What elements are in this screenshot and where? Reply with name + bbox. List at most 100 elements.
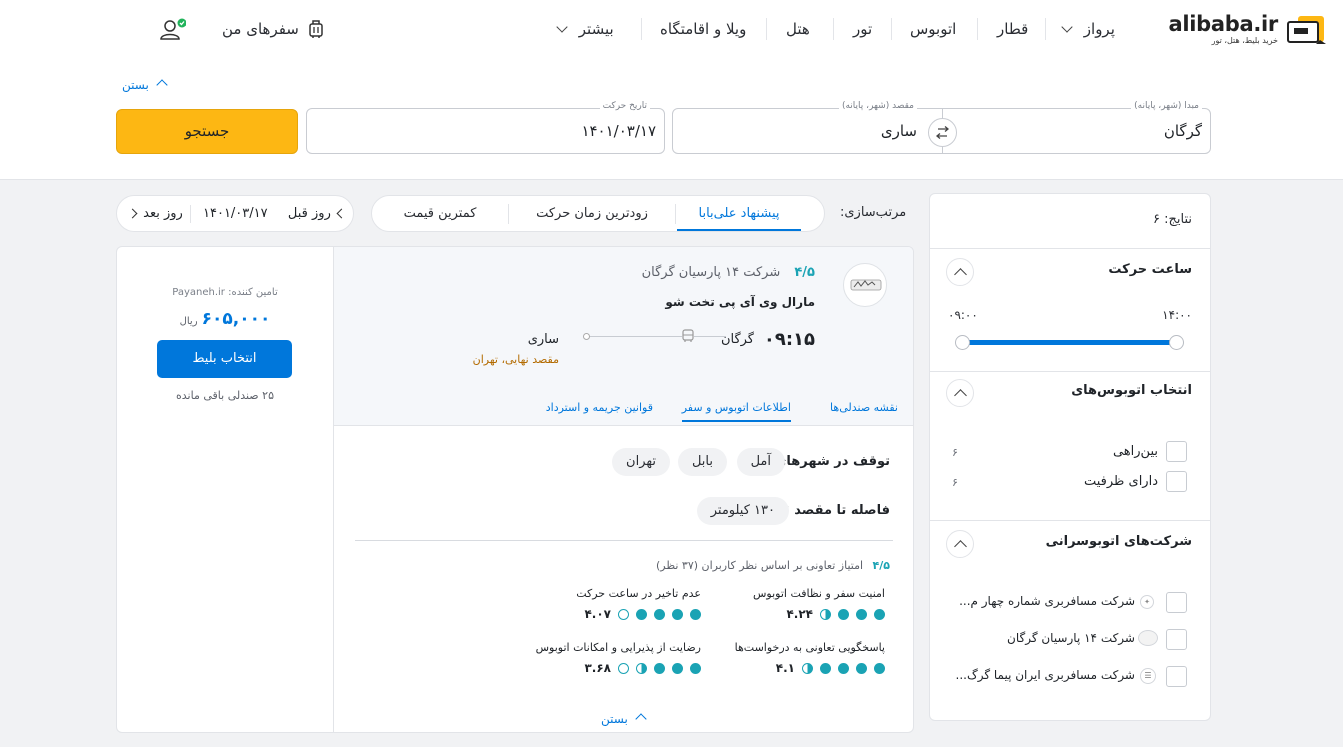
divider <box>333 247 334 732</box>
company-checkbox[interactable] <box>1166 592 1187 613</box>
brand-logo[interactable]: alibaba.ir خرید بلیط، هتل، تور <box>1168 12 1328 48</box>
stop-chip: تهران <box>612 448 670 476</box>
time-range-handle-start[interactable] <box>955 335 970 350</box>
to-city: ساری <box>527 332 559 347</box>
nav-divider <box>641 18 642 40</box>
metric-rating: ۴.۱ <box>776 661 885 675</box>
departure-time-collapse[interactable] <box>946 258 974 286</box>
chevron-up-icon <box>954 540 967 553</box>
stop-chip: آمل <box>736 448 785 476</box>
divider <box>355 540 893 541</box>
bus-type-count: ۶ <box>952 476 958 489</box>
company-checkbox[interactable] <box>1166 666 1187 687</box>
results-count: نتایج: ۶ <box>1152 212 1192 227</box>
divider <box>930 371 1210 372</box>
nav-divider <box>891 18 892 40</box>
bus-type-checkbox-available[interactable] <box>1166 471 1187 492</box>
prev-day-button[interactable]: روز قبل <box>288 196 347 231</box>
provider: تامین کننده: Payaneh.ir <box>172 287 278 298</box>
time-range-handle-end[interactable] <box>1169 335 1184 350</box>
my-trips-link[interactable]: سفرهای من <box>222 20 323 40</box>
metric-rating: ۴.۰۷ <box>584 607 701 621</box>
brand-tagline: خرید بلیط، هتل، تور <box>1211 36 1278 45</box>
divider <box>675 204 676 224</box>
nav-divider <box>1045 18 1046 40</box>
final-destination: مقصد نهایی، تهران <box>472 353 559 366</box>
destination-label: مقصد (شهر، پایانه) <box>838 101 917 111</box>
chevron-up-icon <box>954 389 967 402</box>
details-close-link[interactable]: بستن <box>601 711 647 726</box>
select-ticket-button[interactable]: انتخاب بلیط <box>157 340 292 378</box>
chevron-left-icon <box>127 208 138 219</box>
nav-flight[interactable]: پرواز <box>1061 20 1115 40</box>
sort-option-earliest[interactable]: زودترین زمان حرکت <box>509 196 675 231</box>
rating-dot-icon <box>672 663 683 674</box>
nav-divider <box>766 18 767 40</box>
next-day-button[interactable]: روز بعد <box>127 196 183 231</box>
nav-bus[interactable]: اتوبوس <box>910 20 956 40</box>
metric-label: رضایت از پذیرایی و امکانات اتوبوس <box>535 641 701 654</box>
company-logo-icon: ✦ <box>1140 595 1154 609</box>
bus-type-checkbox-enroute[interactable] <box>1166 441 1187 462</box>
time-to-value: ۱۴:۰۰ <box>1162 308 1192 322</box>
company-label: شرکت مسافربری ایران پیما گرگ... <box>955 668 1135 682</box>
company-label: شرکت ۱۴ پارسیان گرگان <box>1007 631 1135 645</box>
metric-label: امنیت سفر و نظافت اتوبوس <box>752 587 885 600</box>
nav-more[interactable]: بیشتر <box>556 20 614 40</box>
rating-dot-icon <box>636 663 647 674</box>
stop-chip: بابل <box>677 448 727 476</box>
search-close-link[interactable]: بستن <box>122 77 168 92</box>
rating-dot-icon <box>820 609 831 620</box>
distance-label: فاصله تا مقصد : <box>784 503 890 518</box>
distance-chip: ۱۳۰ کیلومتر <box>696 497 789 525</box>
brand-name: alibaba.ir <box>1168 12 1278 36</box>
nav-train[interactable]: قطار <box>997 20 1028 40</box>
nav-villa[interactable]: ویلا و اقامتگاه <box>660 20 746 40</box>
companies-collapse[interactable] <box>946 530 974 558</box>
divider <box>930 248 1210 249</box>
bus-icon <box>682 329 694 343</box>
swap-route-button[interactable] <box>928 118 957 147</box>
chevron-up-icon <box>155 79 168 91</box>
suitcase-icon <box>309 20 323 38</box>
route-end-dot <box>583 333 590 340</box>
user-account-button[interactable] <box>160 18 187 42</box>
rating-dot-icon <box>874 663 885 674</box>
tab-seat-map[interactable]: نقشه صندلی‌ها <box>830 401 898 414</box>
company-logo-icon <box>850 279 882 291</box>
coop-rating-row: ۴/۵ امتیاز تعاونی بر اساس نظر کاربران (۳… <box>656 559 890 572</box>
rating-dot-icon <box>672 609 683 620</box>
destination-input[interactable]: ساری <box>881 122 917 140</box>
metric-label: پاسخگویی تعاونی به درخواست‌ها <box>734 641 885 654</box>
sort-option-recommended[interactable]: پیشنهاد علی‌بابا <box>677 196 801 231</box>
rating-dot-icon <box>856 663 867 674</box>
bus-type-collapse[interactable] <box>946 379 974 407</box>
metric-value: ۴.۲۴ <box>786 607 813 621</box>
bus-type-title: انتخاب اتوبوس‌های <box>1071 383 1192 398</box>
filter-panel: نتایج: ۶ ساعت حرکت ۱۴:۰۰ ۰۹:۰۰ انتخاب ات… <box>929 193 1211 721</box>
search-button[interactable]: جستجو <box>116 109 298 154</box>
price-row: ۶۰۵,۰۰۰ ریال <box>117 309 333 329</box>
bus-name: مارال وی آی پی تخت شو <box>665 295 815 309</box>
date-input[interactable]: ۱۴۰۱/۰۳/۱۷ <box>581 122 656 140</box>
tab-bus-info[interactable]: اطلاعات اتوبوس و سفر <box>681 401 791 422</box>
coop-rating-text: امتیاز تعاونی بر اساس نظر کاربران (۳۷ نظ… <box>655 559 864 572</box>
sort-option-cheapest[interactable]: کمترین قیمت <box>372 196 508 231</box>
company-checkbox[interactable] <box>1166 629 1187 650</box>
rating-dot-icon <box>838 663 849 674</box>
rating-dot-icon <box>820 663 831 674</box>
origin-input[interactable]: گرگان <box>1164 122 1202 140</box>
route-field: مبدا (شهر، پایانه) گرگان مقصد (شهر، پایا… <box>672 101 1211 154</box>
date-field[interactable]: تاریخ حرکت ۱۴۰۱/۰۳/۱۷ <box>306 101 665 154</box>
nav-tour[interactable]: تور <box>853 20 872 40</box>
nav-hotel[interactable]: هتل <box>786 20 810 40</box>
currency: ریال <box>179 316 198 327</box>
tab-refund-rules[interactable]: قوانین جریمه و استرداد <box>546 401 653 414</box>
ticket-card: ۴/۵ شرکت ۱۴ پارسیان گرگان مارال وی آی پی… <box>116 246 914 733</box>
swap-icon <box>935 126 950 139</box>
rating-dot-icon <box>802 663 813 674</box>
bus-type-count: ۶ <box>952 446 958 459</box>
divider <box>190 205 191 223</box>
sort-label: مرتب‌سازی: <box>840 205 907 220</box>
rating-dot-icon <box>874 609 885 620</box>
